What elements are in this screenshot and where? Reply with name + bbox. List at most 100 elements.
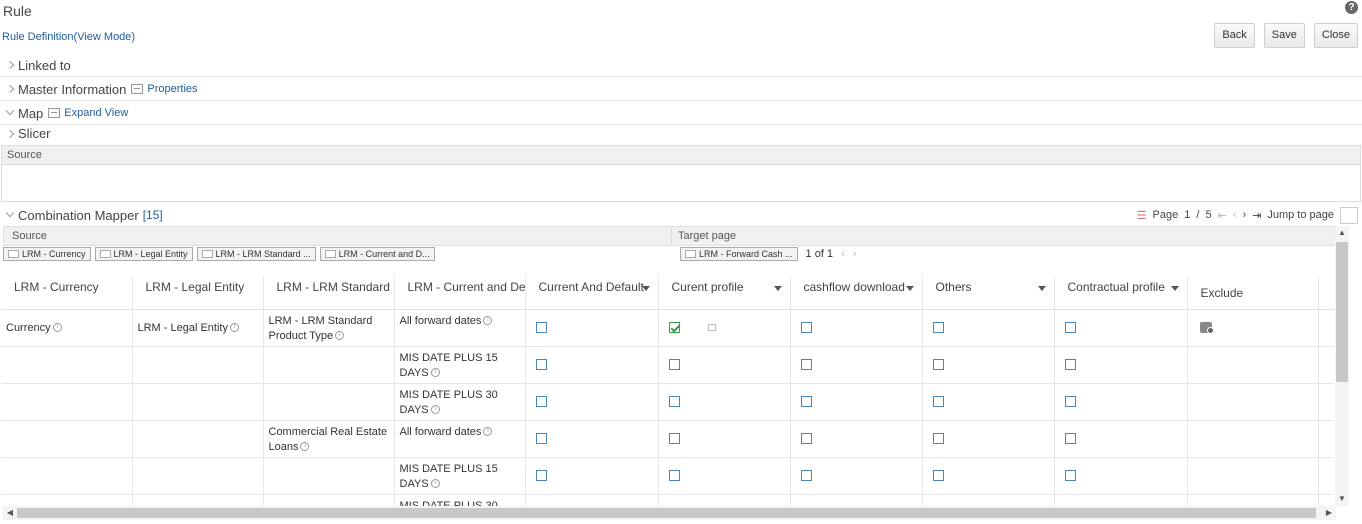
checkbox[interactable]: [535, 322, 547, 334]
checkbox[interactable]: [535, 470, 547, 482]
cell: [1, 457, 133, 495]
scroll-down-icon[interactable]: ▼: [1335, 492, 1349, 506]
cell: LRM - LRM Standard Product Type i: [263, 309, 395, 347]
first-page-icon[interactable]: ⇤: [1218, 209, 1227, 222]
info-icon[interactable]: i: [430, 405, 440, 415]
checkbox[interactable]: [1064, 359, 1076, 371]
back-button[interactable]: Back: [1214, 23, 1255, 48]
source-chip[interactable]: LRM - Legal Entity: [94, 247, 193, 261]
checkbox[interactable]: [1064, 396, 1076, 408]
exclude-icon[interactable]: [1199, 322, 1214, 335]
close-button[interactable]: Close: [1313, 23, 1358, 48]
table-row: Commercial Real Estate Loans i All forward…: [1, 420, 1334, 458]
target-next-icon[interactable]: ›: [853, 248, 857, 260]
chevron-right-icon: [5, 129, 15, 139]
dropdown-icon[interactable]: [1170, 286, 1179, 291]
column-header[interactable]: Curent profile: [658, 276, 791, 310]
checkbox[interactable]: [668, 359, 680, 371]
scroll-up-icon[interactable]: ▲: [1335, 226, 1349, 240]
column-header[interactable]: LRM - Legal Entity: [132, 276, 264, 310]
scroll-thumb[interactable]: [1336, 242, 1348, 382]
properties-label: Properties: [147, 83, 198, 95]
cell: [263, 346, 395, 384]
dropdown-icon[interactable]: [641, 286, 650, 291]
exclude-cell: [1187, 494, 1319, 506]
info-icon[interactable]: i: [483, 316, 493, 326]
checkbox[interactable]: [668, 322, 680, 334]
source-chip[interactable]: LRM - Currency: [3, 247, 91, 261]
checkbox[interactable]: [535, 359, 547, 371]
cell: [1, 420, 133, 458]
source-chip[interactable]: LRM - Current and D...: [319, 247, 435, 261]
exclude-cell: [1187, 383, 1319, 421]
dropdown-icon[interactable]: [1037, 286, 1046, 291]
source-chip[interactable]: LRM - LRM Standard ...: [196, 247, 316, 261]
column-header[interactable]: LRM - Current and Defa: [394, 276, 526, 310]
save-button[interactable]: Save: [1263, 23, 1305, 48]
checkbox-cell: [790, 383, 923, 421]
column-header[interactable]: LRM - Currency: [1, 276, 133, 310]
checkbox[interactable]: [1064, 470, 1076, 482]
jump-to-page-input[interactable]: [1340, 206, 1358, 224]
scroll-thumb[interactable]: [17, 508, 1316, 518]
help-icon[interactable]: ?: [1345, 1, 1358, 14]
checkbox[interactable]: [668, 433, 680, 445]
info-icon[interactable]: i: [300, 442, 310, 452]
checkbox[interactable]: [932, 433, 944, 445]
section-slicer[interactable]: Slicer: [0, 122, 1362, 145]
checkbox[interactable]: [800, 470, 812, 482]
checkbox[interactable]: [668, 396, 680, 408]
vertical-scrollbar[interactable]: ▲ ▼: [1335, 226, 1349, 506]
checkbox[interactable]: [800, 433, 812, 445]
target-chip[interactable]: LRM - Forward Cash ...: [680, 247, 798, 261]
section-linked-to[interactable]: Linked to: [0, 54, 1362, 77]
filter-icon[interactable]: ☰: [1137, 209, 1147, 222]
info-icon[interactable]: i: [483, 427, 493, 437]
cell: [263, 494, 395, 506]
details-icon[interactable]: [707, 324, 716, 332]
checkbox[interactable]: [535, 433, 547, 445]
dropdown-icon[interactable]: [773, 286, 782, 291]
scroll-left-icon[interactable]: ◀: [3, 506, 17, 520]
source-drop-area[interactable]: [1, 165, 1361, 202]
info-icon[interactable]: i: [52, 323, 62, 333]
column-header[interactable]: Current And Default: [525, 276, 659, 310]
checkbox[interactable]: [1064, 433, 1076, 445]
info-icon[interactable]: i: [430, 368, 440, 378]
section-master-information[interactable]: Master Information Properties: [0, 78, 1362, 101]
dropdown-icon[interactable]: [905, 286, 914, 291]
checkbox[interactable]: [800, 396, 812, 408]
info-icon[interactable]: i: [335, 331, 345, 341]
checkbox[interactable]: [932, 359, 944, 371]
checkbox[interactable]: [932, 470, 944, 482]
spacer-cell: [1318, 309, 1334, 347]
column-header-spacer: [1318, 276, 1334, 310]
source-header: Source: [1, 145, 1361, 165]
properties-link[interactable]: Properties: [131, 83, 198, 95]
column-header[interactable]: Others: [922, 276, 1055, 310]
cell-text: MIS DATE PLUS 15 DAYS: [399, 351, 498, 379]
cell: All forward dates i: [394, 420, 526, 458]
next-page-icon[interactable]: ›: [1242, 209, 1246, 221]
column-header[interactable]: Contractual profile: [1054, 276, 1188, 310]
checkbox[interactable]: [535, 396, 547, 408]
spacer-cell: [1318, 346, 1334, 384]
checkbox[interactable]: [800, 322, 812, 334]
info-icon[interactable]: i: [229, 323, 239, 333]
checkbox[interactable]: [800, 359, 812, 371]
checkbox[interactable]: [932, 396, 944, 408]
last-page-icon[interactable]: ⇥: [1252, 209, 1261, 222]
scroll-right-icon[interactable]: ▶: [1322, 506, 1336, 520]
prev-page-icon[interactable]: ‹: [1233, 209, 1237, 221]
checkbox[interactable]: [932, 322, 944, 334]
chevron-right-icon: [5, 84, 15, 94]
expand-view-link[interactable]: Expand View: [48, 107, 128, 119]
checkbox[interactable]: [668, 470, 680, 482]
horizontal-scrollbar[interactable]: ◀ ▶: [3, 506, 1336, 520]
column-header[interactable]: LRM - LRM Standard Pro: [263, 276, 395, 310]
column-header[interactable]: cashflow download: [790, 276, 923, 310]
column-header[interactable]: Exclude: [1187, 276, 1319, 310]
info-icon[interactable]: i: [430, 479, 440, 489]
checkbox[interactable]: [1064, 322, 1076, 334]
target-prev-icon[interactable]: ‹: [841, 248, 845, 260]
